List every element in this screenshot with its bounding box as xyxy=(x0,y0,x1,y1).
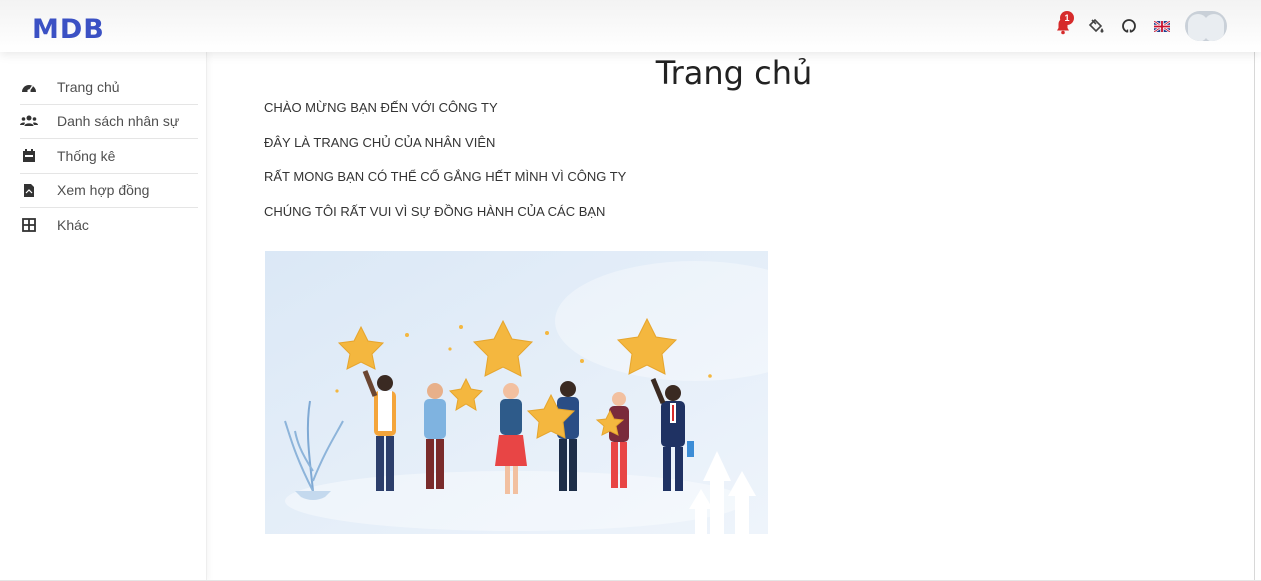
brand-logo[interactable]: MDB xyxy=(32,14,105,45)
welcome-line: ĐÂY LÀ TRANG CHỦ CỦA NHÂN VIÊN xyxy=(264,134,496,150)
language-button[interactable] xyxy=(1152,16,1172,36)
sidebar-item-thong-ke[interactable]: Thống kê xyxy=(20,139,198,174)
sidebar-item-trang-chu[interactable]: Trang chủ xyxy=(20,70,198,105)
welcome-line: RẤT MONG BẠN CÓ THỂ CỐ GẮNG HẾT MÌNH VÌ … xyxy=(264,169,627,184)
sidebar-item-label: Trang chủ xyxy=(57,78,120,95)
page: MDB 1 Trang chủ Danh sách nhân sự Thống … xyxy=(0,0,1261,581)
sidebar-item-xem-hop-dong[interactable]: Xem hợp đồng xyxy=(20,174,198,208)
dashboard-icon xyxy=(20,79,38,95)
github-button[interactable] xyxy=(1119,16,1139,36)
github-icon xyxy=(1122,19,1136,34)
main-content: Trang chủ CHÀO MỪNG BẠN ĐẾN VỚI CÔNG TY … xyxy=(207,52,1261,581)
calendar-icon xyxy=(20,148,38,164)
notification-badge: 1 xyxy=(1060,11,1074,25)
page-border xyxy=(1254,52,1255,581)
sidebar-item-label: Khác xyxy=(57,217,89,234)
file-icon xyxy=(20,182,38,198)
uk-flag-icon xyxy=(1154,20,1170,32)
users-icon xyxy=(20,113,38,129)
top-navbar: MDB 1 xyxy=(0,0,1261,52)
avatar[interactable] xyxy=(1185,11,1227,41)
sidebar-item-label: Thống kê xyxy=(57,147,116,164)
grid-icon xyxy=(20,217,38,233)
welcome-line: CHÀO MỪNG BẠN ĐẾN VỚI CÔNG TY xyxy=(264,100,498,115)
page-title: Trang chủ xyxy=(655,54,813,92)
welcome-line: CHÚNG TÔI RẤT VUI VÌ SỰ ĐỒNG HÀNH CỦA CÁ… xyxy=(264,203,606,219)
paint-bucket-icon xyxy=(1088,18,1104,33)
hero-illustration xyxy=(265,251,768,534)
top-actions: 1 xyxy=(1053,10,1227,42)
sidebar-item-label: Danh sách nhân sự xyxy=(57,113,180,130)
sidebar-item-label: Xem hợp đồng xyxy=(57,182,150,199)
sidebar-item-khac[interactable]: Khác xyxy=(20,208,198,243)
theme-button[interactable] xyxy=(1086,16,1106,36)
sidebar-item-danh-sach-nhan-su[interactable]: Danh sách nhân sự xyxy=(20,105,198,139)
notifications-button[interactable]: 1 xyxy=(1053,11,1074,36)
brand-text: MDB xyxy=(32,14,105,45)
welcome-text: CHÀO MỪNG BẠN ĐẾN VỚI CÔNG TY ĐÂY LÀ TRA… xyxy=(264,100,626,238)
sidebar: Trang chủ Danh sách nhân sự Thống kê Xem… xyxy=(0,52,207,581)
